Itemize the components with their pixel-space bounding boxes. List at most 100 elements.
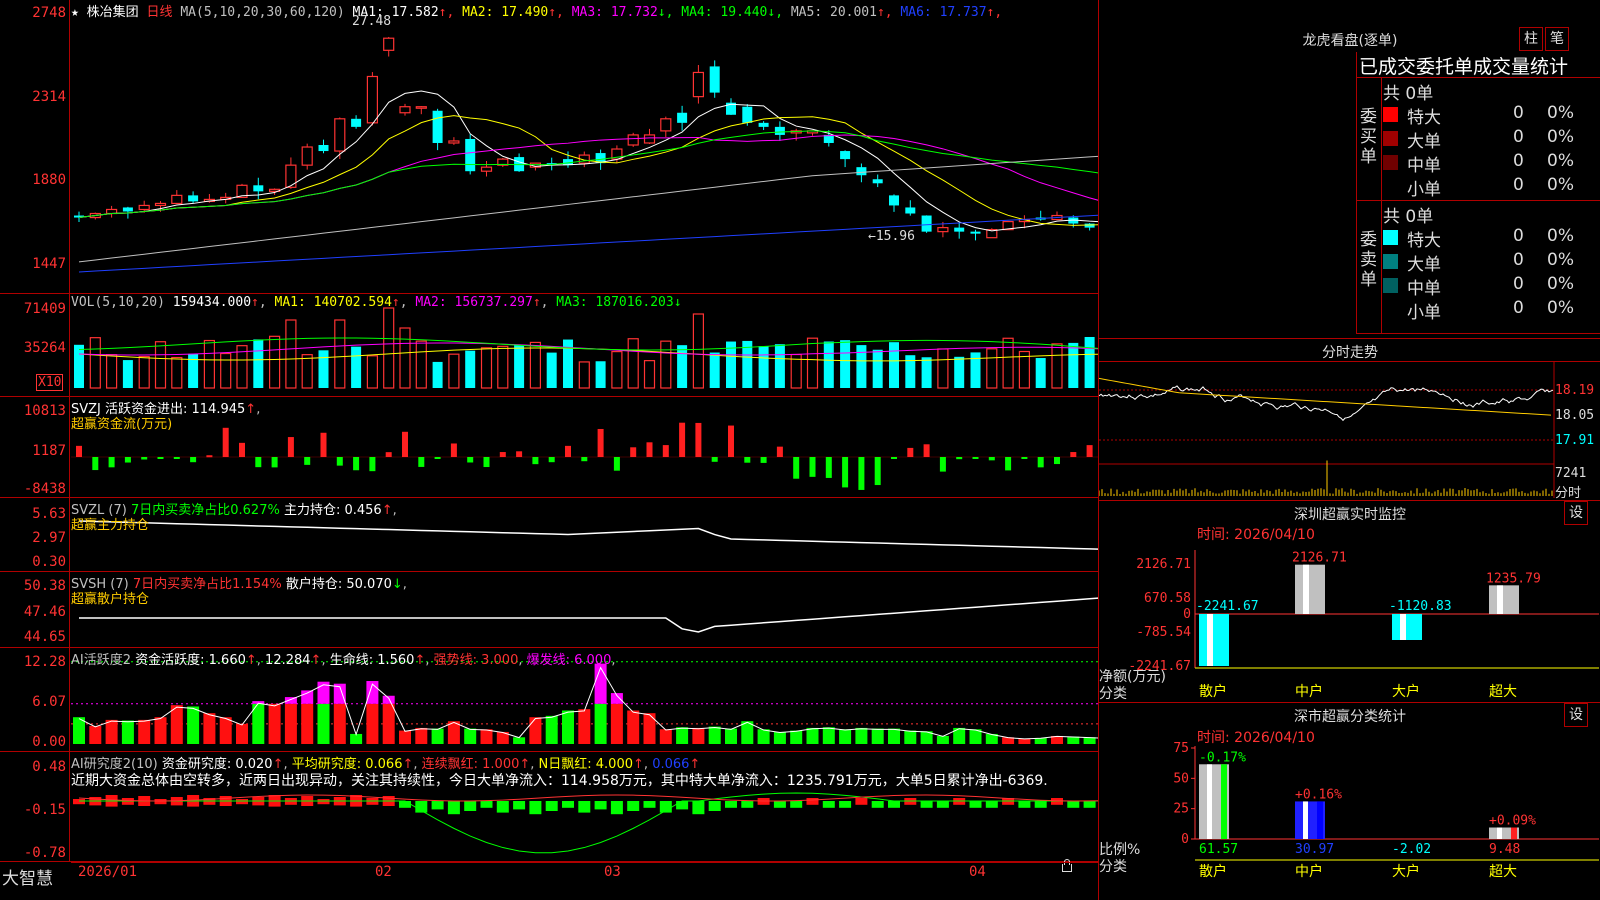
fund-flow-bar: [157, 457, 164, 459]
fund-flow-bar: [972, 457, 979, 459]
activity-bar: [562, 710, 574, 744]
sell-orders-label: 委卖单: [1360, 230, 1377, 290]
order-percent: 0%: [1547, 103, 1574, 123]
research-bar: [513, 801, 526, 810]
activity-bar: [725, 728, 737, 744]
candle-body: [954, 227, 965, 232]
category-label: 中户: [1295, 683, 1323, 700]
activity-bar: [366, 703, 379, 744]
fund-flow-bar: [304, 457, 311, 465]
order-percent: 0%: [1547, 274, 1574, 294]
candle-body: [383, 37, 395, 51]
activity-bar: [431, 728, 444, 744]
ai-activity-panel[interactable]: 12.28 6.07 0.00 AI活跃度2 资金活跃度: 1.660↑, 12…: [0, 648, 1098, 752]
ai-research-panel[interactable]: 0.48 -0.15 -0.78 AI研究度2(10) 资金研究度: 0.020…: [0, 752, 1098, 862]
svzl-panel[interactable]: 5.63 2.97 0.30 SVZL (7) 7日内买卖净占比0.627% 主…: [0, 498, 1098, 572]
brand-logo[interactable]: 大智慧: [2, 864, 53, 889]
order-color-swatch: [1383, 230, 1398, 245]
volume-bar: [529, 341, 541, 389]
bar-mode-button[interactable]: 柱: [1519, 27, 1543, 51]
order-percent: 0%: [1547, 175, 1574, 195]
vol-ma1: MA1: 140702.594: [274, 295, 392, 310]
research-bar: [545, 801, 558, 811]
research-bar: [806, 798, 819, 805]
volume-bar: [954, 356, 965, 388]
volume-bar: [220, 352, 232, 389]
candle-body: [742, 106, 753, 123]
fund-flow-bar: [1005, 457, 1012, 471]
order-color-swatch: [1383, 131, 1398, 146]
monitor-xlabel: 分类: [1099, 686, 1127, 702]
classify-chart[interactable]: 75 50 25 0 -0.17% 61.57 散户 +0.16% 30.97 中户 -2.02 大户…: [1099, 742, 1600, 900]
activity-bar: [464, 728, 477, 744]
research-bar: [1034, 801, 1047, 808]
order-color-swatch: [1383, 278, 1398, 293]
activity-bar: [121, 720, 134, 744]
bar-edge: [1511, 827, 1517, 839]
y-label: 5.63: [32, 506, 66, 522]
volume-bar: [415, 340, 427, 389]
y-label: 1880: [32, 172, 66, 188]
classify-settings-button[interactable]: 设: [1564, 703, 1588, 727]
bar-highlight: [1497, 827, 1502, 839]
volume-panel[interactable]: 71409 35264 X10 VOL(5,10,20) 159434.000↑…: [0, 294, 1098, 397]
y-label: 0.48: [32, 759, 66, 775]
y-label: 10813: [23, 403, 66, 419]
research-bar: [154, 799, 167, 805]
ma30-line: [78, 130, 1098, 219]
kline-chart[interactable]: [71, 0, 1098, 293]
svzj-panel[interactable]: 10813 1187 -8438 SVZJ 活跃资金进出: 114.945↑, …: [0, 397, 1098, 498]
monitor-settings-button[interactable]: 设: [1564, 501, 1588, 525]
monitor-chart[interactable]: 2126.71670.580-785.54-2241.67-2241.67散户2…: [1099, 540, 1600, 700]
ma120-line: [78, 214, 1098, 273]
net-amount-bar: [1295, 564, 1325, 614]
activity-bar: [643, 713, 656, 744]
candle-body: [318, 145, 329, 152]
fund-flow-bar: [287, 437, 294, 457]
avg-research-line: [78, 794, 1098, 802]
y-tick-label: 670.58: [1144, 591, 1191, 606]
kline-panel[interactable]: 2748 2314 1880 1447 ★ 株冶集团 日线 MA(5,10,20…: [0, 0, 1098, 294]
lock-icon[interactable]: [1062, 859, 1072, 872]
candle-body: [627, 134, 639, 146]
candle-body: [758, 122, 769, 127]
fund-flow-bar: [988, 457, 995, 461]
volume-bar: [677, 345, 688, 388]
bar-value-label: 1235.79: [1486, 571, 1541, 586]
bar-edge: [1317, 801, 1323, 839]
y-label: 2.97: [32, 530, 66, 546]
activity-bar: [236, 723, 248, 744]
fund-flow-bar: [679, 422, 686, 457]
intraday-chart[interactable]: [1099, 362, 1600, 498]
volume-bar: [105, 354, 118, 389]
intraday-price: 17.91: [1555, 433, 1595, 448]
y-label: 6.07: [32, 694, 66, 710]
order-size-label: 特大: [1407, 231, 1441, 251]
ma-values: MA1: 17.582↑, MA2: 17.490↑, MA3: 17.732↓…: [352, 5, 1003, 20]
intraday-price: 18.19: [1555, 383, 1595, 398]
order-count: 0: [1513, 274, 1524, 294]
change-label: +0.09%: [1489, 813, 1536, 828]
activity-bar: [888, 728, 900, 744]
tick-mode-button[interactable]: 笔: [1545, 27, 1569, 51]
activity-bar: [610, 703, 623, 744]
x-date-label: 04: [969, 864, 986, 880]
y-label: 12.28: [23, 654, 66, 670]
volume-bar: [269, 335, 281, 389]
activity-bar: [382, 703, 395, 744]
y-label: 0.00: [32, 734, 66, 750]
ma-value-3: MA3: 17.732: [563, 5, 658, 20]
volume-bar: [758, 346, 769, 388]
x-date-label: 02: [375, 864, 392, 880]
volume-bar: [465, 350, 476, 388]
research-bar: [431, 801, 444, 810]
order-count: 0: [1513, 151, 1524, 171]
svsh-panel[interactable]: 50.38 47.46 44.65 SVSH (7) 7日内买卖净占比1.154…: [0, 572, 1098, 648]
star-icon[interactable]: ★: [71, 5, 79, 20]
activity-bar: [773, 731, 786, 744]
fund-flow-bar: [695, 422, 702, 457]
candle-body: [448, 140, 460, 144]
fund-flow-bar: [646, 442, 653, 457]
fund-flow-bar: [336, 457, 343, 466]
period-label[interactable]: 日线: [147, 5, 173, 20]
